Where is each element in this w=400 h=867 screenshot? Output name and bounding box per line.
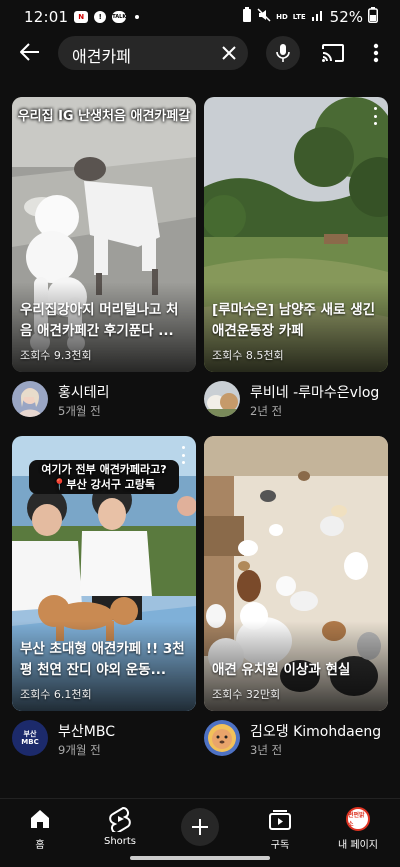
gesture-bar[interactable] (130, 856, 270, 860)
video-meta: 부산 MBC 부산MBC 9개월 전 (12, 720, 196, 760)
signal-icon (311, 8, 325, 26)
nav-shorts-label: Shorts (103, 836, 137, 847)
create-button[interactable] (181, 808, 219, 846)
video-thumbnail[interactable]: 우리집 IG 난생처음 애견카페갈 우리집강아지 머리털나고 처음 애견카페간 … (12, 97, 196, 372)
thumbnail-caption: 우리집 IG 난생처음 애견카페갈 (17, 109, 191, 124)
status-bar: 12:01 N ! TALK HD LTE 52% (0, 0, 400, 34)
clear-search-button[interactable] (218, 42, 240, 64)
nav-you-label: 내 페이지 (338, 840, 378, 851)
avatar-image (12, 381, 48, 417)
upload-age: 9개월 전 (58, 743, 101, 757)
nav-subscriptions-label: 구독 (270, 840, 290, 851)
mute-icon (257, 8, 271, 26)
subscriptions-icon (266, 805, 294, 833)
video-meta: 김오댕 Kimohdaeng 3년 전 (204, 720, 388, 760)
channel-name[interactable]: 루비네 -루마수은vlog (250, 382, 379, 402)
more-notifications-dot (135, 15, 140, 19)
alert-notification-icon: ! (94, 11, 107, 23)
video-thumbnail[interactable]: 여기가 전부 애견카페라고? 📍부산 강서구 고랑독 부산 초대형 애견카페 !… (12, 436, 196, 711)
plus-icon (192, 819, 208, 835)
video-meta: 홍시테리 5개월 전 (12, 381, 196, 421)
video-title: 부산 초대형 애견카페 !! 3천평 천연 잔디 야외 운동... (20, 641, 185, 678)
upload-age: 5개월 전 (58, 404, 101, 418)
back-arrow-icon (20, 43, 39, 61)
avatar-image (204, 381, 240, 417)
nav-home[interactable]: 홈 (5, 805, 75, 855)
nav-home-label: 홈 (35, 840, 45, 851)
view-count: 조회수 6.1천회 (20, 688, 92, 701)
avatar-image (204, 720, 240, 756)
view-count: 조회수 9.3천회 (20, 349, 92, 362)
upload-age: 2년 전 (250, 404, 283, 418)
search-query-text: 애견카페 (72, 47, 131, 66)
nav-shorts[interactable]: Shorts (85, 805, 155, 855)
status-time: 12:01 (24, 8, 69, 26)
battery-percent: 52% (329, 8, 363, 26)
channel-avatar[interactable]: 부산 MBC (12, 720, 48, 756)
search-input[interactable]: 애견카페 (58, 36, 248, 70)
channel-avatar[interactable] (204, 381, 240, 417)
thumbnail-more-button[interactable] (370, 107, 380, 125)
kakaotalk-notification-icon: TALK (112, 11, 127, 23)
channel-avatar[interactable] (204, 720, 240, 756)
profile-avatar: 펀펀밝소 (346, 807, 370, 831)
thumbnail-caption-text: 여기가 전부 애견카페라고? 📍부산 강서구 고랑독 (29, 460, 179, 494)
cast-icon (322, 44, 344, 62)
microphone-icon (276, 44, 290, 62)
home-icon (26, 805, 54, 833)
video-title: [루마수은] 남양주 새로 생긴 애견운동장 카페 (212, 302, 376, 339)
channel-avatar-logo: 부산 MBC (21, 730, 39, 746)
nav-subscriptions[interactable]: 구독 (245, 805, 315, 855)
close-icon (222, 46, 236, 60)
video-thumbnail[interactable]: [루마수은] 남양주 새로 생긴 애견운동장 카페 조회수 8.5천회 (204, 97, 388, 372)
video-thumbnail[interactable]: 애견 유치원 이상과 현실 조회수 32만회 (204, 436, 388, 711)
netflix-notification-icon: N (74, 11, 89, 23)
video-title: 애견 유치원 이상과 현실 (212, 662, 351, 678)
battery-saver-icon (242, 7, 252, 27)
video-title: 우리집강아지 머리털나고 처음 애견카페간 후기푼다 ... (20, 302, 179, 339)
lte-indicator: LTE (292, 12, 306, 21)
nav-you[interactable]: 펀펀밝소 내 페이지 (323, 805, 393, 855)
view-count: 조회수 32만회 (212, 688, 281, 701)
upload-age: 3년 전 (250, 743, 283, 757)
cast-button[interactable] (320, 40, 346, 66)
channel-name[interactable]: 김오댕 Kimohdaeng (250, 721, 381, 741)
channel-avatar[interactable] (12, 381, 48, 417)
view-count: 조회수 8.5천회 (212, 349, 284, 362)
channel-name[interactable]: 부산MBC (58, 721, 115, 741)
profile-icon: 펀펀밝소 (344, 805, 372, 833)
battery-icon (368, 7, 378, 27)
thumbnail-caption: 여기가 전부 애견카페라고? 📍부산 강서구 고랑독 (12, 460, 196, 494)
video-meta: 루비네 -루마수은vlog 2년 전 (204, 381, 388, 421)
shorts-icon (106, 805, 134, 833)
hd-indicator: HD (276, 12, 288, 21)
thumbnail-more-button[interactable] (178, 446, 188, 464)
channel-name[interactable]: 홍시테리 (58, 382, 110, 402)
more-vert-icon (373, 43, 379, 63)
voice-search-button[interactable] (266, 36, 300, 70)
back-button[interactable] (16, 38, 44, 66)
search-toolbar: 애견카페 (0, 34, 400, 72)
more-options-button[interactable] (366, 40, 386, 66)
